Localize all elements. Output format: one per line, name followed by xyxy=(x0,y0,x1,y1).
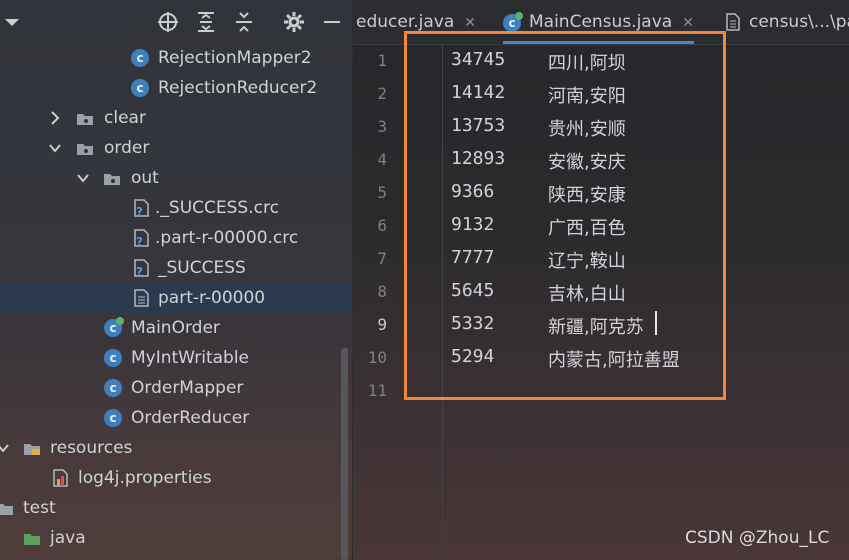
tree-item-label: RejectionMapper2 xyxy=(158,48,312,68)
tree-item-label: ._SUCCESS.crc xyxy=(155,198,279,218)
tree-item-label: resources xyxy=(50,438,133,458)
unknown-file-icon: ? xyxy=(134,259,149,277)
tree-item-label: java xyxy=(50,528,86,548)
line-number: 2 xyxy=(377,84,387,103)
class-icon: c xyxy=(104,409,122,427)
svg-text:?: ? xyxy=(136,205,143,217)
tree-item-label: log4j.properties xyxy=(78,468,212,488)
tree-item-test[interactable]: test xyxy=(0,493,352,523)
minimize-icon[interactable] xyxy=(320,10,344,34)
project-toolbar xyxy=(0,0,352,44)
line-number: 10 xyxy=(367,348,387,367)
tree-item-label: RejectionReducer2 xyxy=(158,78,318,98)
source-folder-icon xyxy=(24,534,40,545)
chevron-down-icon[interactable] xyxy=(48,133,62,163)
tree-item-clear[interactable]: clear xyxy=(0,103,352,133)
project-tree-panel: c RejectionMapper2 c RejectionReducer2 c… xyxy=(0,0,352,560)
folder-icon xyxy=(77,114,93,125)
line-number: 11 xyxy=(367,381,387,400)
tree-item-resources[interactable]: resources xyxy=(0,433,352,463)
tab-label: MainCensus.java xyxy=(529,12,673,32)
expand-all-icon[interactable] xyxy=(194,10,218,34)
line-number: 7 xyxy=(377,249,387,268)
tree-item-label: _SUCCESS xyxy=(158,258,246,278)
tree-item-label: test xyxy=(23,498,56,518)
properties-file-icon xyxy=(53,469,68,487)
close-icon[interactable]: ✕ xyxy=(464,15,476,31)
collapse-chevron-icon[interactable] xyxy=(0,10,24,34)
tree-item-success-crc[interactable]: ? ._SUCCESS.crc xyxy=(0,193,352,223)
unknown-file-icon: ? xyxy=(134,199,149,217)
tree-item-label: OrderReducer xyxy=(131,408,250,428)
collapse-all-icon[interactable] xyxy=(232,10,256,34)
tree-item-orderreducer[interactable]: c OrderReducer xyxy=(0,403,352,433)
tab-census-part[interactable]: census\...\pa xyxy=(725,0,849,44)
tree-item-label: part-r-00000 xyxy=(158,288,266,308)
tree-item-mainorder[interactable]: c MainOrder xyxy=(0,313,352,343)
folder-icon xyxy=(104,174,120,185)
class-icon: c xyxy=(104,349,122,367)
tab-label: educer.java xyxy=(356,12,455,32)
class-icon: c xyxy=(104,379,122,397)
class-icon: c xyxy=(131,79,149,97)
chevron-down-icon[interactable] xyxy=(76,163,90,193)
watermark-text: CSDN @Zhou_LC xyxy=(685,528,830,548)
tree-item-order[interactable]: order xyxy=(0,133,352,163)
close-icon[interactable]: ✕ xyxy=(682,15,694,31)
text-file-icon xyxy=(134,289,149,307)
tree-item-success[interactable]: ? _SUCCESS xyxy=(0,253,352,283)
tree-item-out[interactable]: out xyxy=(0,163,352,193)
tree-item-java[interactable]: java xyxy=(0,523,352,553)
line-number-current: 9 xyxy=(377,315,387,334)
chevron-right-icon[interactable] xyxy=(48,103,62,133)
gear-icon[interactable] xyxy=(282,10,306,34)
tree-item-ordermapper[interactable]: c OrderMapper xyxy=(0,373,352,403)
tree-item-rejectionmapper2[interactable]: c RejectionMapper2 xyxy=(0,43,352,73)
resources-folder-icon xyxy=(24,444,40,455)
tree-item-label: out xyxy=(131,168,159,188)
tree-item-label: clear xyxy=(104,108,146,128)
tree-item-part-r-00000[interactable]: part-r-00000 xyxy=(0,283,352,313)
class-icon: c xyxy=(131,49,149,67)
line-number: 3 xyxy=(377,117,387,136)
tab-label: census\...\pa xyxy=(749,12,849,32)
locate-target-icon[interactable] xyxy=(156,10,180,34)
svg-text:?: ? xyxy=(136,265,143,277)
line-number: 1 xyxy=(377,51,387,70)
tree-scrollbar[interactable] xyxy=(341,348,348,560)
text-file-icon xyxy=(726,13,740,31)
svg-text:?: ? xyxy=(136,235,143,247)
line-number: 5 xyxy=(377,183,387,202)
editor-panel: educer.java ✕ c MainCensus.java ✕ census\..… xyxy=(353,0,849,560)
tree-item-label: OrderMapper xyxy=(131,378,244,398)
tree-item-myintwritable[interactable]: c MyIntWritable xyxy=(0,343,352,373)
unknown-file-icon: ? xyxy=(134,229,149,247)
line-number: 8 xyxy=(377,282,387,301)
folder-icon xyxy=(0,504,13,515)
tree-item-rejectionreducer2[interactable]: c RejectionReducer2 xyxy=(0,73,352,103)
tree-item-label: .part-r-00000.crc xyxy=(155,228,299,248)
annotation-highlight-box xyxy=(404,31,726,400)
folder-icon xyxy=(77,144,93,155)
line-number: 6 xyxy=(377,216,387,235)
main-class-icon: c xyxy=(104,317,124,337)
tree-item-label: MyIntWritable xyxy=(131,348,249,368)
tree-item-label: MainOrder xyxy=(131,318,220,338)
line-number: 4 xyxy=(377,150,387,169)
chevron-down-icon[interactable] xyxy=(0,433,10,463)
tree-item-log4j-properties[interactable]: log4j.properties xyxy=(0,463,352,493)
tree-item-part-crc[interactable]: ? .part-r-00000.crc xyxy=(0,223,352,253)
tree-item-label: order xyxy=(104,138,150,158)
